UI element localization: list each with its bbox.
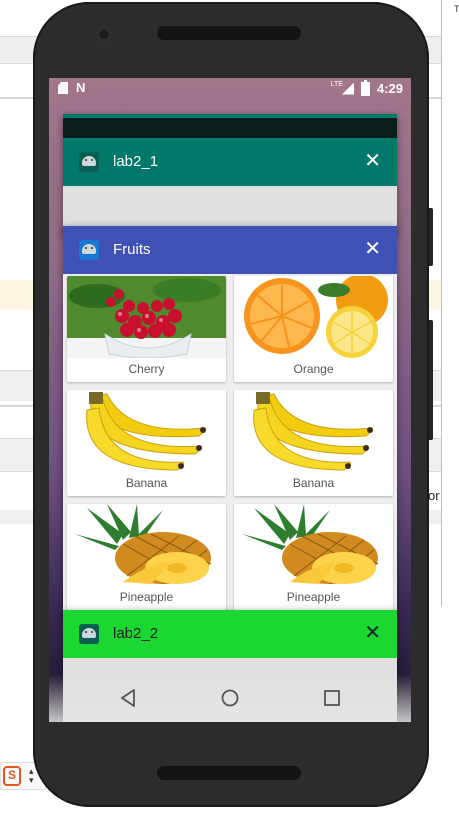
fruit-item[interactable]: Cherry bbox=[67, 276, 226, 382]
fruit-name: Pineapple bbox=[119, 590, 174, 604]
fruit-name: Orange bbox=[293, 362, 334, 376]
fruit-item[interactable]: Orange bbox=[234, 276, 393, 382]
signal-icon bbox=[341, 82, 354, 95]
navigation-bar bbox=[49, 674, 411, 722]
close-icon[interactable]: ✕ bbox=[364, 237, 381, 261]
cherry-image bbox=[67, 276, 226, 358]
stub-header-bar bbox=[63, 114, 397, 118]
bg-side-text: or bbox=[428, 488, 440, 503]
app-title: lab2_2 bbox=[113, 625, 159, 642]
banana-image bbox=[67, 390, 226, 472]
bottom-speaker bbox=[157, 766, 301, 780]
fruit-name: Cherry bbox=[128, 362, 165, 376]
card-header: lab2_2 ✕ bbox=[63, 610, 397, 658]
spinner-arrows-icon[interactable]: ▴ ▾ bbox=[29, 767, 34, 785]
n-logo-icon: N bbox=[76, 80, 86, 95]
pineapple-image bbox=[234, 504, 393, 586]
app-title: Fruits bbox=[113, 241, 151, 258]
recent-app-card-lab2-1[interactable]: lab2_1 ✕ bbox=[63, 138, 397, 234]
android-app-icon bbox=[79, 240, 99, 260]
back-icon[interactable] bbox=[117, 686, 141, 710]
bg-side-panel: T or bbox=[428, 0, 459, 606]
fruit-name: Banana bbox=[292, 476, 335, 490]
close-icon[interactable]: ✕ bbox=[364, 149, 381, 173]
status-bar: N LTE 4:29 bbox=[49, 78, 411, 100]
top-speaker bbox=[157, 26, 301, 40]
lte-label: LTE bbox=[330, 81, 343, 88]
home-icon[interactable] bbox=[218, 686, 242, 710]
front-camera bbox=[99, 29, 109, 39]
fruit-item[interactable]: Banana bbox=[234, 390, 393, 496]
recent-app-card-fruits[interactable]: Fruits ✕ Cherry Orange Banana Banana Pin… bbox=[63, 226, 397, 616]
phone-screen: N LTE 4:29 lab2_1 ✕ Fruits ✕ Cherry Oran… bbox=[49, 78, 411, 722]
fruit-item[interactable]: Banana bbox=[67, 390, 226, 496]
bg-tick: T bbox=[454, 4, 459, 14]
fruit-name: Pineapple bbox=[286, 590, 341, 604]
fruit-name: Banana bbox=[125, 476, 168, 490]
fruit-item[interactable]: Pineapple bbox=[67, 504, 226, 610]
close-icon[interactable]: ✕ bbox=[364, 621, 381, 645]
orange-image bbox=[234, 276, 393, 358]
card-header: Fruits ✕ bbox=[63, 226, 397, 274]
android-app-icon bbox=[79, 152, 99, 172]
sd-card-icon bbox=[58, 82, 68, 94]
recent-app-card-stub[interactable] bbox=[63, 114, 397, 138]
fruit-item[interactable]: Pineapple bbox=[234, 504, 393, 610]
app-title: lab2_1 bbox=[113, 153, 159, 170]
pineapple-image bbox=[67, 504, 226, 586]
battery-icon bbox=[360, 79, 370, 96]
fruit-grid: Cherry Orange Banana Banana Pineapple Pi… bbox=[67, 276, 393, 610]
recents-icon[interactable] bbox=[320, 686, 344, 710]
s-logo-icon: S bbox=[3, 766, 21, 786]
card-header: lab2_1 ✕ bbox=[63, 138, 397, 186]
status-time: 4:29 bbox=[376, 81, 403, 96]
banana-image bbox=[234, 390, 393, 472]
android-app-icon bbox=[79, 624, 99, 644]
